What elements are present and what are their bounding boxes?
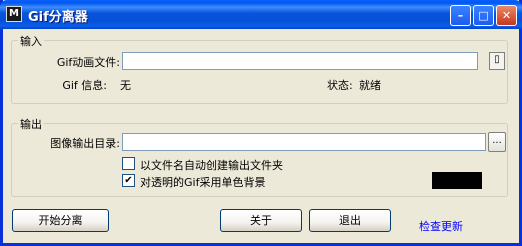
app-logo-icon: M [6, 6, 22, 22]
main-window: M Gif分离器 – □ ✕ 输入 Gif动画文件: ▯ Gif 信息: 无 状… [0, 0, 522, 246]
minimize-button[interactable]: – [450, 5, 471, 26]
mono-bg-checkbox[interactable]: ✔ [122, 174, 135, 187]
output-dir-label: 图像输出目录: [50, 137, 120, 150]
about-button[interactable]: 关于 [220, 209, 302, 232]
output-group: 输出 图像输出目录: ... 以文件名自动创建输出文件夹 ✔ 对透明的Gif采用… [11, 116, 508, 197]
title-bar[interactable]: M Gif分离器 – □ ✕ [0, 0, 522, 29]
window-title: Gif分离器 [28, 10, 88, 25]
gif-file-label: Gif动画文件: [56, 56, 120, 69]
status-label: 状态: [327, 79, 353, 92]
gif-file-input[interactable] [122, 52, 478, 70]
gif-file-browse-button[interactable]: ▯ [489, 52, 505, 70]
browse-icon: ▯ [494, 54, 500, 65]
status-value: 就绪 [359, 79, 381, 92]
exit-button[interactable]: 退出 [309, 209, 391, 232]
output-dir-input[interactable] [122, 133, 486, 151]
check-update-link[interactable]: 检查更新 [419, 218, 463, 234]
close-icon: ✕ [501, 9, 512, 22]
minimize-icon: – [457, 9, 464, 22]
gif-info-value: 无 [120, 79, 131, 92]
start-split-button[interactable]: 开始分离 [12, 209, 109, 232]
gif-info-label: Gif 信息: [62, 79, 107, 92]
output-group-legend: 输出 [18, 116, 44, 132]
maximize-button[interactable]: □ [473, 5, 494, 26]
input-group: 输入 Gif动画文件: ▯ Gif 信息: 无 状态: 就绪 [11, 33, 508, 104]
maximize-icon: □ [478, 9, 489, 22]
output-dir-browse-button[interactable]: ... [488, 132, 506, 152]
auto-folder-checkbox[interactable] [122, 157, 135, 170]
close-button[interactable]: ✕ [496, 5, 517, 26]
input-group-legend: 输入 [18, 33, 44, 49]
auto-folder-label: 以文件名自动创建输出文件夹 [140, 159, 283, 172]
checkmark-icon: ✔ [124, 175, 133, 186]
background-color-swatch[interactable] [432, 172, 482, 189]
mono-bg-label: 对透明的Gif采用单色背景 [140, 176, 266, 189]
